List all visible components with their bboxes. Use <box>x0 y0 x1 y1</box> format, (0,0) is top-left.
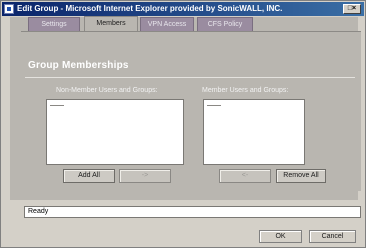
title-bar[interactable]: Edit Group - Microsoft Internet Explorer… <box>2 2 364 16</box>
ok-button[interactable]: OK <box>259 230 302 243</box>
ie-window-icon <box>4 4 14 14</box>
member-listbox[interactable] <box>203 99 305 165</box>
move-to-non-members-button[interactable]: <- <box>219 169 271 183</box>
tab-members[interactable]: Members <box>84 16 138 32</box>
move-to-members-button[interactable]: -> <box>119 169 171 183</box>
add-all-button[interactable]: Add All <box>63 169 115 183</box>
tab-settings[interactable]: Settings <box>28 17 80 31</box>
non-member-listbox[interactable] <box>46 99 184 165</box>
status-bar: Ready <box>24 206 361 218</box>
window-controls-icon[interactable]: □× <box>343 4 361 14</box>
non-member-list-label: Non-Member Users and Groups: <box>56 87 158 94</box>
edit-group-window: Edit Group - Microsoft Internet Explorer… <box>0 0 366 248</box>
window-title: Edit Group - Microsoft Internet Explorer… <box>17 4 283 13</box>
remove-all-button[interactable]: Remove All <box>276 169 326 183</box>
tab-vpn-access[interactable]: VPN Access <box>140 17 194 31</box>
tab-cfs-policy[interactable]: CFS Policy <box>197 17 253 31</box>
list-separator <box>50 105 64 106</box>
section-title: Group Memberships <box>28 60 129 71</box>
section-divider <box>25 77 355 78</box>
member-list-label: Member Users and Groups: <box>202 87 289 94</box>
cancel-button[interactable]: Cancel <box>309 230 356 243</box>
list-separator <box>207 105 221 106</box>
